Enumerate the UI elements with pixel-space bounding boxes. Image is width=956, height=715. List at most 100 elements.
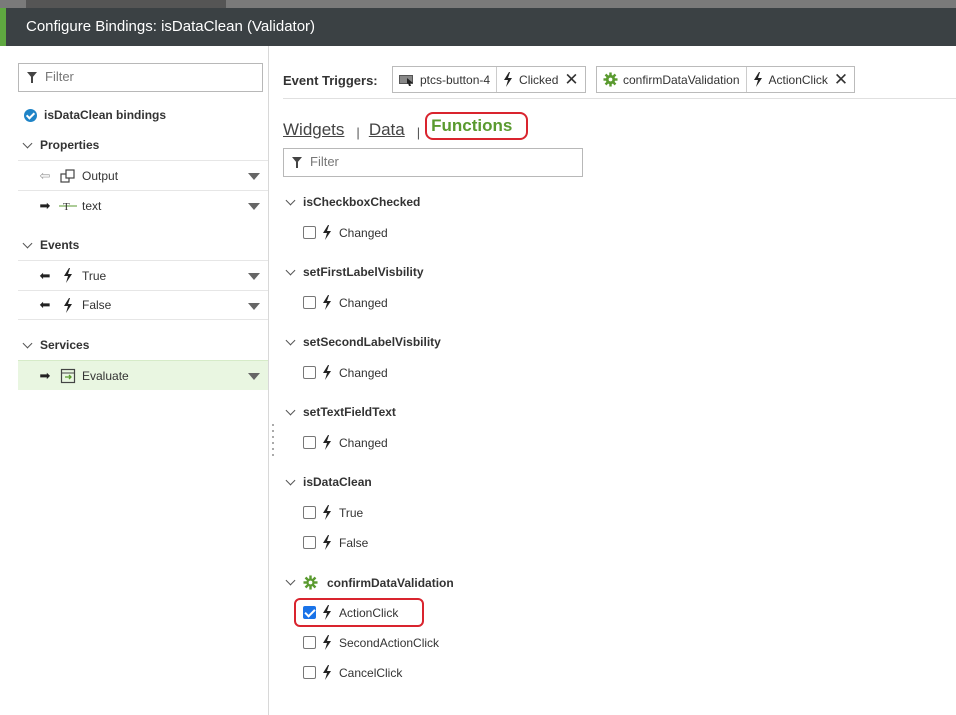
right-filter-input[interactable] [310, 154, 549, 169]
property-label: text [82, 198, 102, 213]
arrow-right-icon: ➡ [39, 367, 51, 383]
dropdown-arrow-icon[interactable] [248, 173, 260, 180]
section-services[interactable]: Services [22, 338, 90, 352]
event-trigger-chip[interactable]: confirmDataValidation ActionClick ✕ [596, 66, 856, 93]
tab-separator: | [416, 125, 421, 140]
event-checkbox[interactable] [303, 296, 316, 309]
bindings-title-label: isDataClean bindings [44, 108, 167, 122]
trigger-event-label: Clicked [519, 72, 559, 87]
function-group-header[interactable]: setTextFieldText [285, 405, 396, 419]
lightning-icon [322, 505, 332, 520]
arrow-right-icon: ➡ [39, 197, 51, 213]
event-checkbox[interactable] [303, 436, 316, 449]
chevron-down-icon [285, 575, 296, 586]
left-filter-box[interactable] [18, 63, 263, 92]
chevron-down-icon [22, 338, 33, 348]
arrow-left-icon: ⇦ [39, 167, 51, 183]
close-icon[interactable]: ✕ [834, 71, 848, 88]
dropdown-arrow-icon[interactable] [248, 203, 260, 210]
event-checkbox[interactable] [303, 636, 316, 649]
chevron-down-icon [285, 405, 296, 415]
button-widget-icon [399, 74, 413, 86]
function-group-header[interactable]: setSecondLabelVisbility [285, 335, 441, 349]
close-icon[interactable]: ✕ [564, 71, 578, 88]
lightning-icon [322, 635, 332, 650]
function-group-header[interactable]: confirmDataValidation [285, 575, 454, 590]
event-checkbox[interactable] [303, 226, 316, 239]
event-label: True [82, 268, 107, 283]
function-group-header[interactable]: setFirstLabelVisbility [285, 265, 424, 279]
lightning-icon [504, 72, 513, 87]
function-event-item[interactable]: CancelClick [303, 665, 402, 680]
lightning-icon [322, 225, 332, 240]
section-properties[interactable]: Properties [22, 138, 99, 152]
function-group-name: isDataClean [303, 475, 372, 489]
svg-text:T: T [63, 201, 70, 213]
event-checkbox[interactable] [303, 506, 316, 519]
trigger-event: ActionClick ✕ [745, 67, 855, 92]
chevron-down-icon [285, 265, 296, 275]
section-events[interactable]: Events [22, 238, 79, 252]
function-event-item[interactable]: True [303, 505, 363, 520]
trigger-event-label: ActionClick [768, 72, 828, 87]
function-group-name: setSecondLabelVisbility [303, 335, 441, 349]
dropdown-arrow-icon[interactable] [248, 373, 260, 380]
function-event-item[interactable]: SecondActionClick [303, 635, 439, 650]
function-event-label: CancelClick [339, 665, 403, 680]
property-row-text[interactable]: ➡ T text [18, 190, 268, 220]
chevron-down-icon [285, 335, 296, 345]
dialog-title-bar: Configure Bindings: isDataClean (Validat… [0, 8, 956, 46]
function-group-name: isCheckboxChecked [303, 195, 421, 209]
function-event-item[interactable]: Changed [303, 435, 388, 450]
function-event-label: False [339, 535, 369, 550]
service-row-evaluate[interactable]: ➡ Evaluate [18, 360, 268, 390]
dropdown-arrow-icon[interactable] [248, 273, 260, 280]
check-circle-icon [24, 108, 37, 122]
event-triggers-label: Event Triggers: [283, 73, 378, 88]
lightning-icon [322, 295, 332, 310]
left-filter-input[interactable] [45, 69, 240, 84]
highlight-annotation [294, 598, 424, 627]
tab-separator: | [356, 125, 360, 140]
function-group-header[interactable]: isDataClean [285, 475, 372, 489]
lightning-icon [322, 535, 332, 550]
service-label: Evaluate [82, 368, 129, 383]
event-row-false[interactable]: ⬅ False [18, 290, 268, 320]
filter-icon [27, 72, 37, 83]
function-event-label: SecondActionClick [339, 635, 440, 650]
trigger-source-label: confirmDataValidation [623, 72, 740, 87]
chevron-down-icon [22, 138, 33, 148]
trigger-source: ptcs-button-4 [393, 67, 496, 92]
trigger-source: confirmDataValidation [597, 67, 746, 92]
chevron-down-icon [285, 195, 296, 205]
event-row-true[interactable]: ⬅ True [18, 260, 268, 290]
function-event-item[interactable]: Changed [303, 225, 388, 240]
event-checkbox[interactable] [303, 536, 316, 549]
right-filter-box[interactable] [283, 148, 583, 177]
event-label: False [82, 298, 112, 312]
dialog-title: Configure Bindings: isDataClean (Validat… [26, 18, 316, 35]
tab-functions[interactable]: Functions [425, 112, 529, 140]
function-event-item[interactable]: False [303, 535, 368, 550]
gear-icon [303, 575, 327, 590]
service-icon [58, 368, 78, 384]
trigger-source-label: ptcs-button-4 [420, 72, 491, 87]
dropdown-arrow-icon[interactable] [248, 303, 260, 310]
lightning-icon [322, 665, 332, 680]
function-group-header[interactable]: isCheckboxChecked [285, 195, 421, 209]
lightning-icon [58, 268, 78, 283]
function-event-label: Changed [339, 295, 388, 310]
lightning-icon [753, 72, 762, 87]
tab-widgets[interactable]: Widgets [283, 120, 344, 140]
tab-data[interactable]: Data [369, 120, 405, 140]
event-checkbox[interactable] [303, 666, 316, 679]
event-trigger-chip[interactable]: ptcs-button-4 Clicked ✕ [392, 66, 586, 93]
filter-icon [292, 157, 302, 168]
function-event-item[interactable]: Changed [303, 365, 388, 380]
property-row-output[interactable]: ⇦ Output [18, 160, 268, 190]
event-checkbox[interactable] [303, 366, 316, 379]
function-event-item[interactable]: Changed [303, 295, 388, 310]
section-services-label: Services [40, 338, 90, 352]
source-tabs: Widgets | Data | Functions [283, 112, 529, 140]
arrow-left-icon: ⬅ [39, 297, 51, 312]
